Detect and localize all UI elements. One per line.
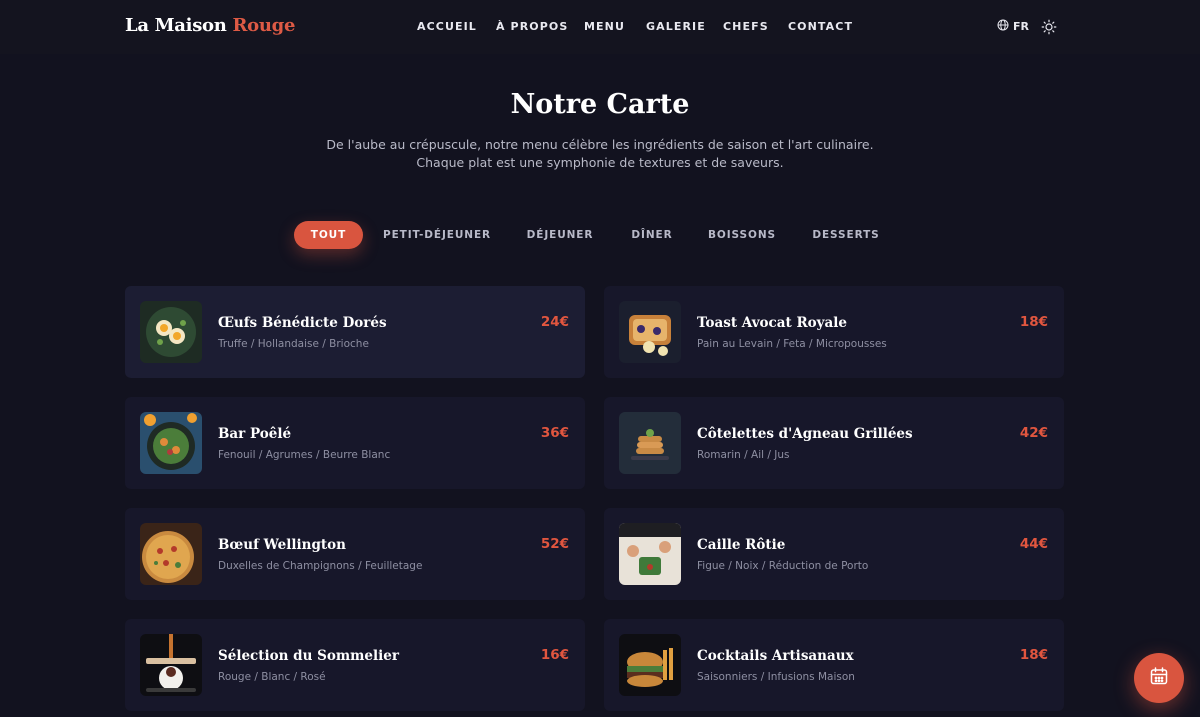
dish-description: Truffe / Hollandaise / Brioche: [218, 338, 369, 350]
tab-diner[interactable]: DÎNER: [630, 221, 674, 249]
dish-image-lamb: [619, 412, 681, 474]
dish-image-quail: [619, 523, 681, 585]
menu-item[interactable]: Toast Avocat Royale Pain au Levain / Fet…: [604, 286, 1064, 378]
dish-image-eggs: [140, 301, 202, 363]
nav-item-galerie[interactable]: GALERIE: [646, 20, 706, 33]
dish-image-cocktails: [619, 634, 681, 696]
dish-description: Figue / Noix / Réduction de Porto: [697, 560, 869, 572]
nav-item-chefs[interactable]: CHEFS: [723, 20, 769, 33]
dish-description: Rouge / Blanc / Rosé: [218, 671, 326, 683]
dish-name: Toast Avocat Royale: [697, 315, 847, 331]
subtitle-line-2: Chaque plat est une symphonie de texture…: [416, 155, 784, 170]
tab-dejeuner[interactable]: DÉJEUNER: [526, 221, 594, 249]
page-title: Notre Carte: [510, 89, 690, 120]
dish-price: 18€: [1019, 647, 1048, 663]
dish-price: 24€: [540, 314, 569, 330]
dish-image-sommelier: [140, 634, 202, 696]
nav-item-contact[interactable]: CONTACT: [788, 20, 853, 33]
theme-toggle[interactable]: [1041, 19, 1057, 35]
dish-name: Cocktails Artisanaux: [697, 648, 854, 664]
dish-price: 44€: [1019, 536, 1048, 552]
dish-image-beef: [140, 523, 202, 585]
dish-price: 52€: [540, 536, 569, 552]
page-subtitle: De l'aube au crépuscule, notre menu célè…: [0, 136, 1200, 172]
dish-image-fish: [140, 412, 202, 474]
menu-item[interactable]: Cocktails Artisanaux Saisonniers / Infus…: [604, 619, 1064, 711]
tab-boissons[interactable]: BOISSONS: [708, 221, 776, 249]
dish-name: Côtelettes d'Agneau Grillées: [697, 426, 913, 442]
tab-tout[interactable]: TOUT: [294, 221, 363, 249]
menu-item[interactable]: Côtelettes d'Agneau Grillées Romarin / A…: [604, 397, 1064, 489]
language-label: FR: [1013, 20, 1029, 33]
dish-price: 18€: [1019, 314, 1048, 330]
nav-item-menu[interactable]: MENU: [584, 20, 625, 33]
tab-petit-dejeuner[interactable]: PETIT-DÉJEUNER: [382, 221, 492, 249]
dish-description: Pain au Levain / Feta / Micropousses: [697, 338, 887, 350]
menu-item[interactable]: Bar Poêlé Fenouil / Agrumes / Beurre Bla…: [125, 397, 585, 489]
dish-name: Bar Poêlé: [218, 426, 292, 442]
logo[interactable]: La Maison Rouge: [125, 15, 295, 36]
nav-item-a-propos[interactable]: À PROPOS: [496, 20, 568, 33]
dish-price: 42€: [1019, 425, 1048, 441]
dish-name: Sélection du Sommelier: [218, 648, 399, 664]
menu-item[interactable]: Bœuf Wellington Duxelles de Champignons …: [125, 508, 585, 600]
menu-item[interactable]: Œufs Bénédicte Dorés Truffe / Hollandais…: [125, 286, 585, 378]
dish-price: 16€: [540, 647, 569, 663]
globe-icon: [997, 19, 1009, 34]
dish-image-toast: [619, 301, 681, 363]
dish-description: Duxelles de Champignons / Feuilletage: [218, 560, 423, 572]
calendar-icon: [1149, 666, 1169, 690]
dish-description: Fenouil / Agrumes / Beurre Blanc: [218, 449, 391, 461]
reservation-button[interactable]: [1134, 653, 1184, 703]
subtitle-line-1: De l'aube au crépuscule, notre menu célè…: [326, 137, 874, 152]
tab-desserts[interactable]: DESSERTS: [812, 221, 880, 249]
dish-name: Bœuf Wellington: [218, 537, 346, 553]
sun-icon: [1041, 19, 1057, 39]
dish-price: 36€: [540, 425, 569, 441]
dish-name: Œufs Bénédicte Dorés: [218, 315, 387, 331]
dish-description: Saisonniers / Infusions Maison: [697, 671, 855, 683]
menu-item[interactable]: Caille Rôtie Figue / Noix / Réduction de…: [604, 508, 1064, 600]
nav-item-accueil[interactable]: ACCUEIL: [417, 20, 477, 33]
dish-name: Caille Rôtie: [697, 537, 786, 553]
site-header: La Maison Rouge ACCUEIL À PROPOS MENU GA…: [0, 0, 1200, 54]
logo-main: La Maison: [125, 15, 227, 36]
logo-accent: Rouge: [232, 15, 296, 36]
language-switcher[interactable]: FR: [997, 19, 1029, 34]
menu-item[interactable]: Sélection du Sommelier Rouge / Blanc / R…: [125, 619, 585, 711]
dish-description: Romarin / Ail / Jus: [697, 449, 790, 461]
